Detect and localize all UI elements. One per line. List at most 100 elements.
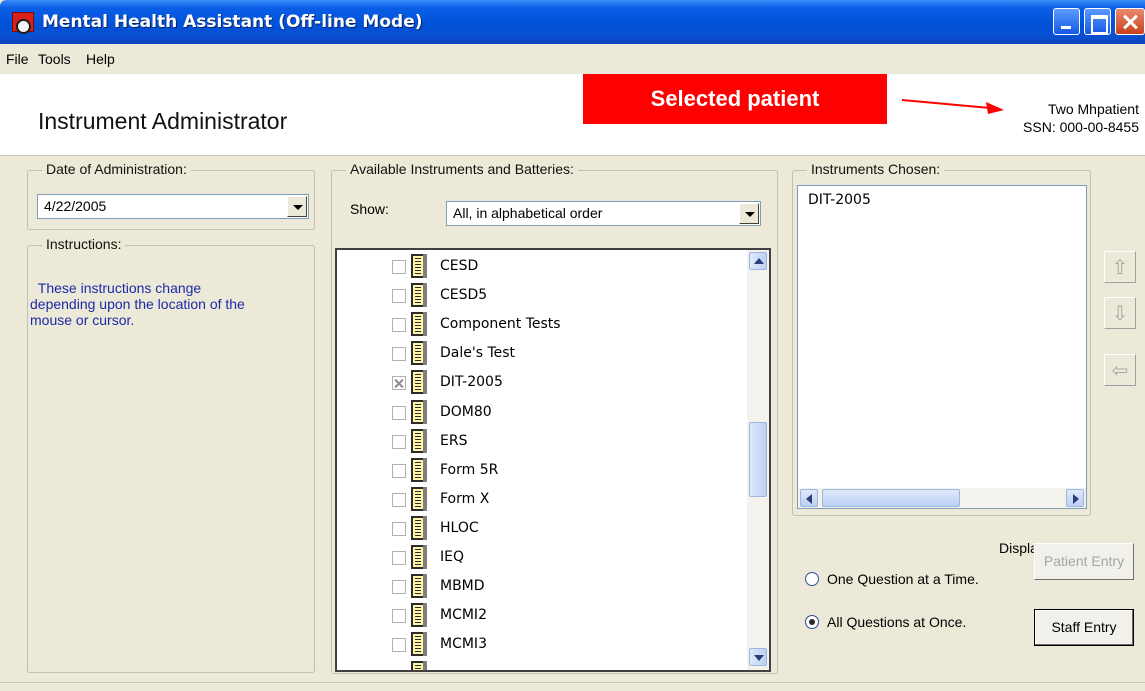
chosen-legend: Instruments Chosen: bbox=[807, 161, 945, 177]
instrument-checkbox[interactable] bbox=[392, 435, 406, 449]
document-list-icon bbox=[411, 254, 427, 278]
selected-patient-callout: Selected patient bbox=[583, 74, 887, 124]
list-item[interactable]: MBMD bbox=[392, 574, 742, 600]
document-list-icon bbox=[411, 400, 427, 424]
scroll-thumb[interactable] bbox=[749, 422, 767, 497]
patient-name: Two Mhpatient bbox=[1047, 101, 1139, 117]
instrument-label[interactable]: IEQ bbox=[440, 549, 464, 565]
menu-bar: File Tools Help bbox=[0, 44, 1145, 74]
list-item[interactable]: HLOC bbox=[392, 516, 742, 542]
scroll-right-icon[interactable] bbox=[1066, 489, 1084, 507]
patient-entry-button[interactable]: Patient Entry bbox=[1034, 543, 1134, 580]
chosen-item[interactable]: DIT-2005 bbox=[808, 192, 871, 208]
list-item[interactable]: Form 5R bbox=[392, 458, 742, 484]
instrument-label[interactable]: MCMI2 bbox=[440, 607, 487, 623]
title-bar[interactable]: Mental Health Assistant (Off-line Mode) bbox=[0, 0, 1145, 44]
list-item[interactable]: DIT-2005 bbox=[392, 370, 742, 396]
instrument-checkbox[interactable] bbox=[392, 609, 406, 623]
menu-file[interactable]: File bbox=[6, 51, 29, 67]
document-list-icon bbox=[411, 429, 427, 453]
list-item[interactable]: DOM80 bbox=[392, 400, 742, 426]
chevron-down-icon[interactable] bbox=[287, 196, 307, 217]
instrument-label[interactable]: Form 5R bbox=[440, 462, 498, 478]
scroll-thumb[interactable] bbox=[822, 489, 960, 507]
date-combobox[interactable]: 4/22/2005 bbox=[37, 194, 309, 219]
instrument-label[interactable]: MCMI3 bbox=[440, 636, 487, 652]
list-item[interactable]: MCMI2 bbox=[392, 603, 742, 629]
staff-entry-button[interactable]: Staff Entry bbox=[1034, 609, 1134, 646]
list-item[interactable] bbox=[392, 661, 742, 670]
list-item[interactable]: ERS bbox=[392, 429, 742, 455]
instrument-checkbox[interactable] bbox=[392, 260, 406, 274]
close-button[interactable] bbox=[1115, 8, 1145, 35]
list-item[interactable]: CESD bbox=[392, 254, 742, 280]
instrument-label[interactable]: Component Tests bbox=[440, 316, 561, 332]
instrument-label[interactable]: Form X bbox=[440, 491, 489, 507]
date-group: Date of Administration: 4/22/2005 bbox=[27, 161, 315, 230]
scroll-up-icon[interactable] bbox=[749, 252, 767, 270]
instrument-checkbox[interactable] bbox=[392, 464, 406, 478]
show-filter-value: All, in alphabetical order bbox=[453, 205, 603, 221]
instructions-text: These instructions change depending upon… bbox=[30, 280, 245, 328]
move-down-button[interactable]: ⇩ bbox=[1104, 297, 1136, 329]
all-questions-label[interactable]: All Questions at Once. bbox=[827, 614, 966, 630]
list-item[interactable]: IEQ bbox=[392, 545, 742, 571]
scroll-down-icon[interactable] bbox=[749, 648, 767, 666]
chevron-down-icon[interactable] bbox=[739, 203, 759, 224]
instrument-checkbox[interactable] bbox=[392, 522, 406, 536]
list-item[interactable]: Form X bbox=[392, 487, 742, 513]
instrument-label[interactable]: DOM80 bbox=[440, 404, 492, 420]
move-up-button[interactable]: ⇧ bbox=[1104, 251, 1136, 283]
list-item[interactable]: CESD5 bbox=[392, 283, 742, 309]
all-questions-radio[interactable] bbox=[805, 615, 819, 629]
document-list-icon bbox=[411, 603, 427, 627]
horizontal-scrollbar[interactable] bbox=[798, 488, 1086, 508]
instrument-checkbox[interactable] bbox=[392, 289, 406, 303]
maximize-button[interactable] bbox=[1084, 8, 1111, 35]
document-list-icon bbox=[411, 341, 427, 365]
date-legend: Date of Administration: bbox=[42, 161, 191, 177]
document-list-icon bbox=[411, 632, 427, 656]
remove-button[interactable]: ⇦ bbox=[1104, 354, 1136, 386]
instrument-label[interactable]: HLOC bbox=[440, 520, 479, 536]
window-title: Mental Health Assistant (Off-line Mode) bbox=[42, 12, 423, 32]
instrument-checkbox[interactable] bbox=[392, 493, 406, 507]
instrument-label[interactable]: CESD5 bbox=[440, 287, 487, 303]
scroll-left-icon[interactable] bbox=[800, 489, 818, 507]
app-window: Mental Health Assistant (Off-line Mode) … bbox=[0, 0, 1145, 691]
app-logo-icon bbox=[12, 12, 34, 34]
show-filter-combobox[interactable]: All, in alphabetical order bbox=[446, 201, 761, 226]
instrument-checkbox[interactable] bbox=[392, 406, 406, 420]
available-instruments-list[interactable]: CESD CESD5 Component Tests Dale's Test DIT-2… bbox=[335, 248, 771, 672]
instrument-checkbox[interactable] bbox=[392, 580, 406, 594]
available-legend: Available Instruments and Batteries: bbox=[346, 161, 578, 177]
arrow-left-icon: ⇦ bbox=[1111, 358, 1129, 382]
instrument-label[interactable]: Dale's Test bbox=[440, 345, 515, 361]
document-list-icon bbox=[411, 574, 427, 598]
instrument-checkbox[interactable] bbox=[392, 638, 406, 652]
document-list-icon bbox=[411, 312, 427, 336]
instrument-label[interactable]: CESD bbox=[440, 258, 478, 274]
instrument-label[interactable]: MBMD bbox=[440, 578, 485, 594]
instrument-label[interactable]: ERS bbox=[440, 433, 467, 449]
list-item[interactable]: Dale's Test bbox=[392, 341, 742, 367]
list-item[interactable]: Component Tests bbox=[392, 312, 742, 338]
menu-help[interactable]: Help bbox=[86, 51, 115, 67]
menu-tools[interactable]: Tools bbox=[38, 51, 71, 67]
one-question-label[interactable]: One Question at a Time. bbox=[827, 571, 979, 587]
page-title: Instrument Administrator bbox=[38, 108, 288, 134]
arrow-up-icon: ⇧ bbox=[1111, 255, 1129, 279]
instrument-checkbox[interactable] bbox=[392, 376, 406, 390]
instrument-checkbox[interactable] bbox=[392, 347, 406, 361]
instrument-checkbox[interactable] bbox=[392, 551, 406, 565]
document-list-icon bbox=[411, 516, 427, 540]
instrument-checkbox[interactable] bbox=[392, 318, 406, 332]
instrument-label[interactable]: DIT-2005 bbox=[440, 374, 503, 390]
list-item[interactable]: MCMI3 bbox=[392, 632, 742, 658]
minimize-button[interactable] bbox=[1053, 8, 1080, 35]
date-value: 4/22/2005 bbox=[44, 198, 107, 214]
vertical-scrollbar[interactable] bbox=[747, 250, 769, 670]
document-list-icon bbox=[411, 545, 427, 569]
one-question-radio[interactable] bbox=[805, 572, 819, 586]
instruments-chosen-list[interactable]: DIT-2005 bbox=[797, 185, 1087, 509]
